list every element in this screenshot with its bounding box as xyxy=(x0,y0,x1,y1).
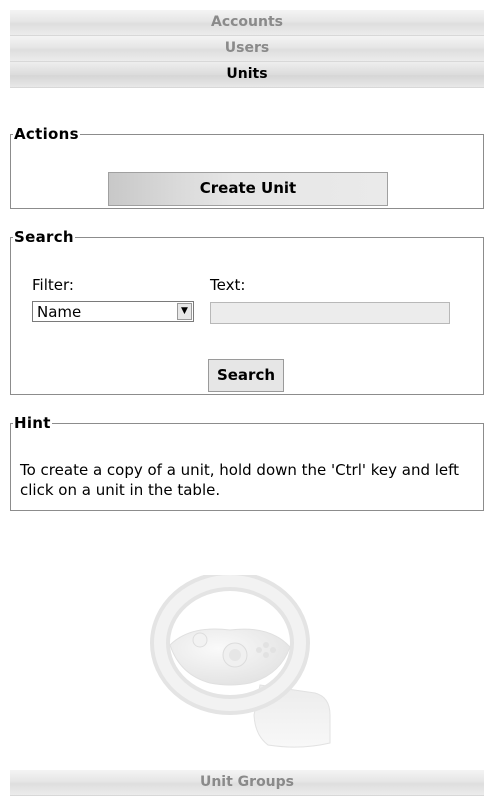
accordion-users[interactable]: Users xyxy=(10,36,484,62)
text-label: Text: xyxy=(210,276,246,294)
accordion-accounts[interactable]: Accounts xyxy=(10,10,484,36)
accordion-units[interactable]: Units xyxy=(10,62,484,88)
units-panel: Accounts Users Units Actions Create Unit… xyxy=(10,10,484,796)
chevron-down-icon[interactable]: ▼ xyxy=(177,303,192,320)
search-legend: Search xyxy=(14,228,74,246)
hint-text: To create a copy of a unit, hold down th… xyxy=(20,461,460,499)
filter-select[interactable]: Name ▼ xyxy=(32,301,194,322)
search-text-input[interactable] xyxy=(210,302,450,324)
steering-wheel-icon xyxy=(150,575,331,748)
accordion-unit-groups[interactable]: Unit Groups xyxy=(10,770,484,796)
search-button[interactable]: Search xyxy=(208,359,284,392)
create-unit-button[interactable]: Create Unit xyxy=(108,172,388,206)
hint-group: Hint To create a copy of a unit, hold do… xyxy=(10,414,484,511)
actions-legend: Actions xyxy=(14,125,79,143)
actions-group: Actions Create Unit xyxy=(10,125,484,209)
hint-legend: Hint xyxy=(14,414,51,432)
filter-label: Filter: xyxy=(32,276,74,294)
search-group: Search Filter: Text: Name ▼ Search xyxy=(10,228,484,395)
filter-select-value: Name xyxy=(37,303,82,321)
